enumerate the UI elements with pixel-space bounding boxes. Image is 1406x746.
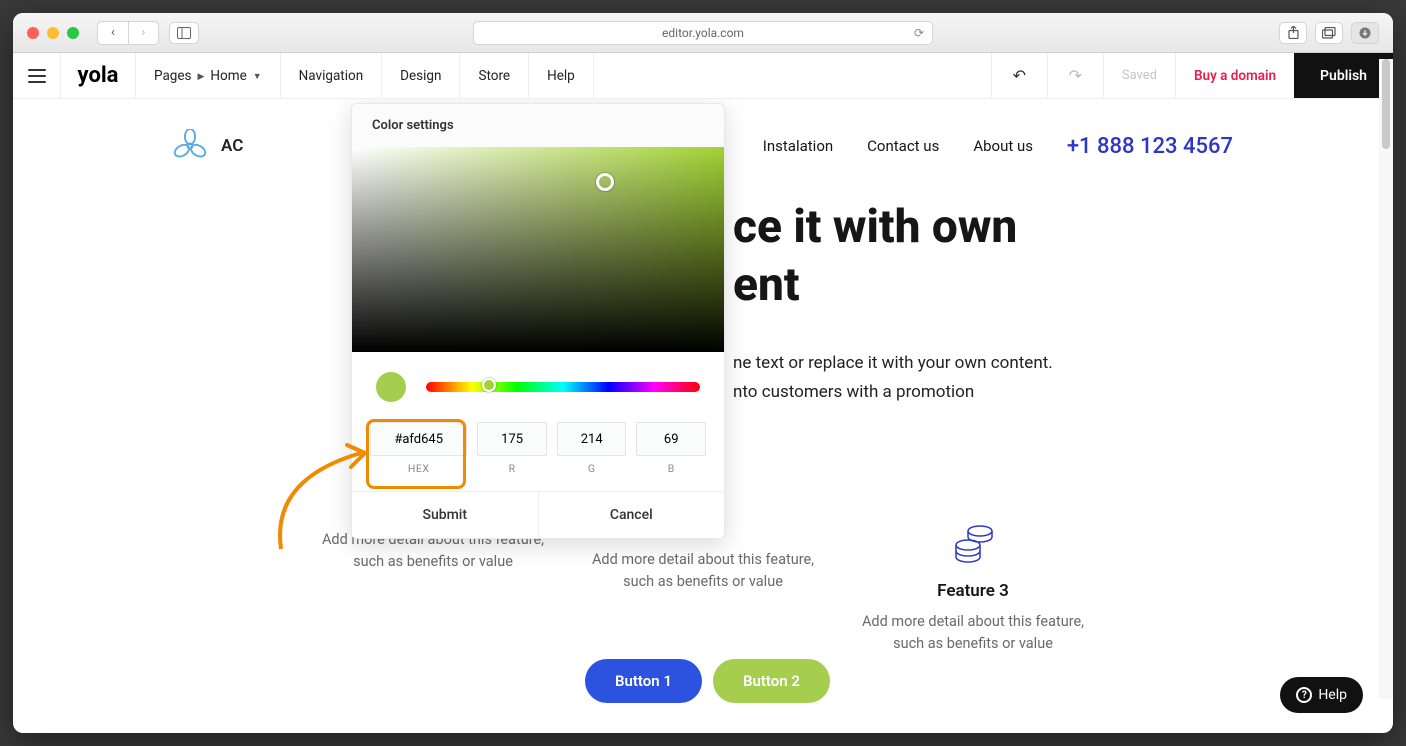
submit-button[interactable]: Submit — [352, 492, 538, 538]
editor-canvas[interactable]: AC Instalation Contact us About us +1 88… — [13, 99, 1393, 733]
yola-logo[interactable]: yola — [61, 53, 136, 98]
forward-button[interactable]: › — [128, 22, 158, 44]
subtext[interactable]: ne text or replace it with your own cont… — [733, 349, 1053, 407]
undo-button[interactable]: ↶ — [991, 53, 1047, 98]
help-icon: ? — [1296, 687, 1312, 703]
b-input[interactable] — [636, 422, 706, 456]
button-1[interactable]: Button 1 — [585, 659, 702, 703]
store-menu[interactable]: Store — [460, 53, 529, 98]
chevron-down-icon: ▼ — [253, 69, 262, 82]
navigation-menu[interactable]: Navigation — [281, 53, 382, 98]
headline[interactable]: ce it with own ent — [733, 199, 1017, 314]
coins-icon — [950, 519, 996, 565]
scroll-thumb[interactable] — [1382, 59, 1390, 149]
editor-toolbar: yola Pages ▶ Home ▼ Navigation Design St… — [13, 53, 1393, 99]
design-menu[interactable]: Design — [382, 53, 460, 98]
downloads-icon[interactable] — [1351, 22, 1379, 44]
button-2[interactable]: Button 2 — [713, 659, 830, 703]
traffic-lights — [27, 27, 79, 39]
r-input[interactable] — [477, 422, 547, 456]
phone-number[interactable]: +1 888 123 4567 — [1067, 134, 1233, 159]
minimize-icon[interactable] — [47, 27, 59, 39]
maximize-icon[interactable] — [67, 27, 79, 39]
hue-thumb[interactable] — [482, 378, 496, 392]
color-cursor[interactable] — [596, 173, 614, 191]
color-popup-title: Color settings — [352, 104, 724, 147]
hex-label: HEX — [370, 462, 467, 475]
nav-arrows: ‹ › — [97, 21, 159, 45]
saved-status: Saved — [1103, 53, 1175, 98]
site-nav: Instalation Contact us About us — [763, 137, 1033, 155]
color-swatch — [376, 372, 406, 402]
tabs-icon[interactable] — [1315, 22, 1343, 44]
titlebar: ‹ › editor.yola.com ⟳ — [13, 13, 1393, 53]
pages-menu[interactable]: Pages ▶ Home ▼ — [136, 53, 281, 98]
b-label: B — [636, 462, 706, 475]
url-text: editor.yola.com — [662, 26, 744, 40]
nav-about[interactable]: About us — [973, 137, 1033, 155]
address-bar[interactable]: editor.yola.com ⟳ — [473, 21, 933, 45]
saturation-picker[interactable] — [352, 147, 724, 352]
buy-domain-link[interactable]: Buy a domain — [1175, 53, 1294, 98]
brand-name[interactable]: AC — [221, 136, 243, 156]
r-label: R — [477, 462, 547, 475]
g-input[interactable] — [557, 422, 627, 456]
menu-button[interactable] — [13, 53, 61, 98]
sidebar-toggle[interactable] — [169, 22, 199, 44]
browser-window: ‹ › editor.yola.com ⟳ yola Pages ▶ Home … — [13, 13, 1393, 733]
color-settings-popup: Color settings HEX R — [351, 103, 725, 539]
cancel-button[interactable]: Cancel — [538, 492, 725, 538]
chevron-right-icon: ▶ — [198, 70, 205, 82]
share-icon[interactable] — [1279, 22, 1307, 44]
reload-icon[interactable]: ⟳ — [914, 26, 924, 40]
back-button[interactable]: ‹ — [98, 22, 128, 44]
brand-logo-icon — [173, 129, 207, 163]
scrollbar[interactable] — [1379, 59, 1393, 699]
help-widget[interactable]: ? Help — [1280, 677, 1363, 713]
close-icon[interactable] — [27, 27, 39, 39]
hue-slider[interactable] — [426, 382, 700, 392]
redo-button[interactable]: ↷ — [1047, 53, 1103, 98]
hex-input[interactable] — [370, 422, 467, 456]
help-menu[interactable]: Help — [529, 53, 594, 98]
nav-contact[interactable]: Contact us — [867, 137, 939, 155]
nav-installation[interactable]: Instalation — [763, 137, 833, 155]
g-label: G — [557, 462, 627, 475]
feature-3[interactable]: Feature 3 Add more detail about this fea… — [853, 519, 1093, 656]
